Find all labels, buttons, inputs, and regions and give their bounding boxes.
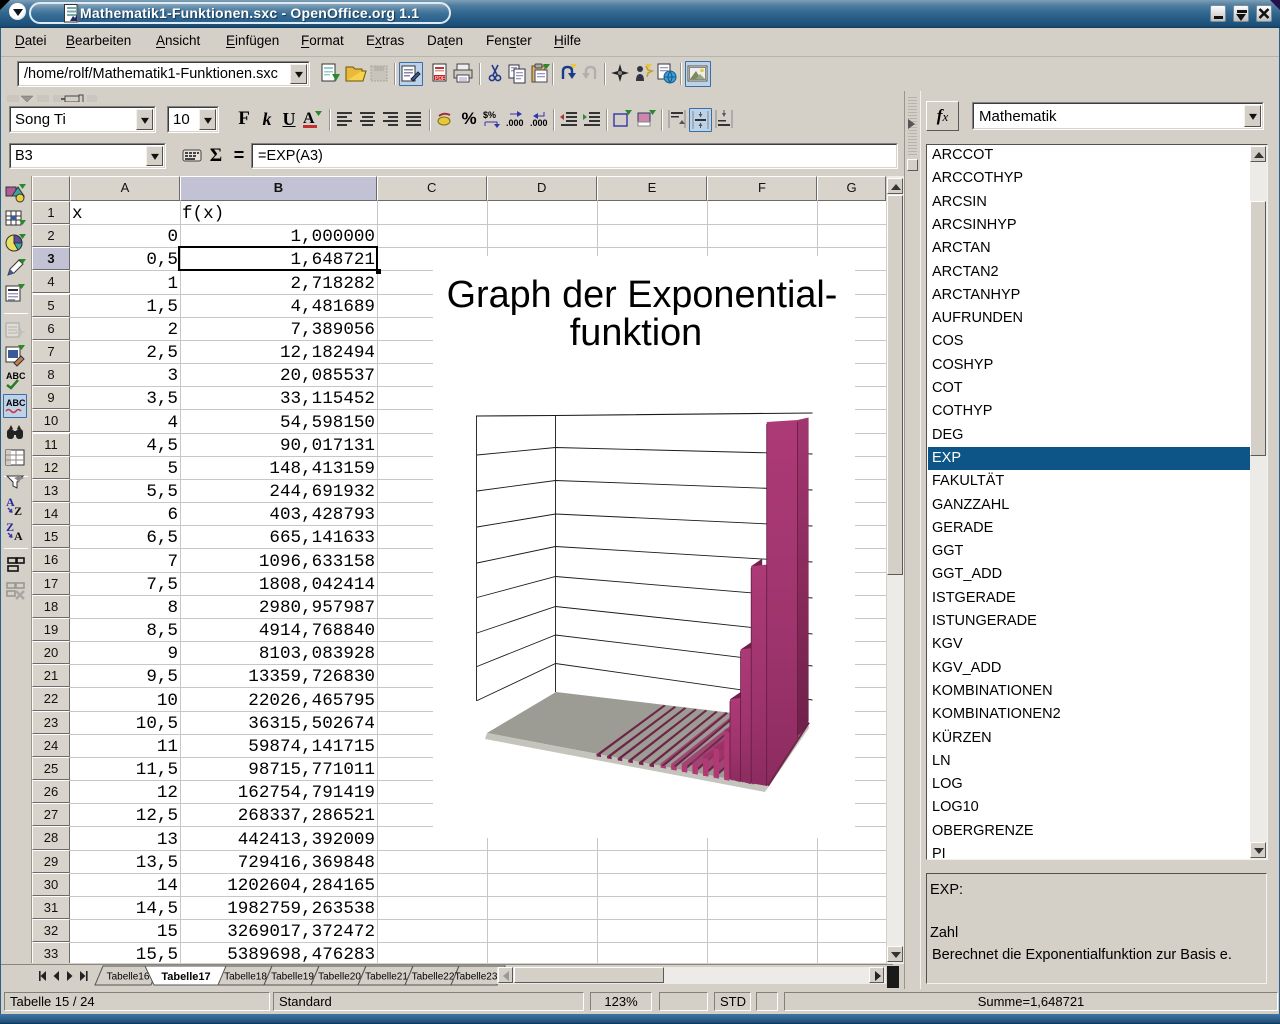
svg-text:.000: .000 — [506, 118, 524, 128]
svg-text:Z: Z — [6, 520, 14, 534]
svg-text:Tabelle19: Tabelle19 — [271, 972, 314, 983]
svg-text:Tabelle17: Tabelle17 — [161, 971, 210, 983]
svg-text:funktion: funktion — [570, 312, 702, 354]
svg-text:Z: Z — [14, 504, 22, 518]
svg-text:Tabelle18: Tabelle18 — [224, 972, 267, 983]
svg-text:A: A — [303, 110, 315, 127]
svg-text:$%: $% — [483, 110, 496, 120]
svg-text:ABC: ABC — [6, 398, 26, 408]
svg-text:.000: .000 — [530, 118, 548, 128]
svg-text:Tabelle23: Tabelle23 — [455, 972, 498, 983]
svg-text:Graph der Exponential-: Graph der Exponential- — [447, 274, 838, 316]
svg-text:Tabelle20: Tabelle20 — [318, 972, 361, 983]
svg-text:Tabelle22: Tabelle22 — [412, 972, 455, 983]
svg-text:Tabelle21: Tabelle21 — [365, 972, 408, 983]
svg-text:Tabelle16: Tabelle16 — [107, 972, 150, 983]
svg-text:A: A — [14, 529, 23, 543]
svg-text:ABC: ABC — [6, 371, 26, 381]
svg-text:PDF: PDF — [435, 76, 445, 82]
